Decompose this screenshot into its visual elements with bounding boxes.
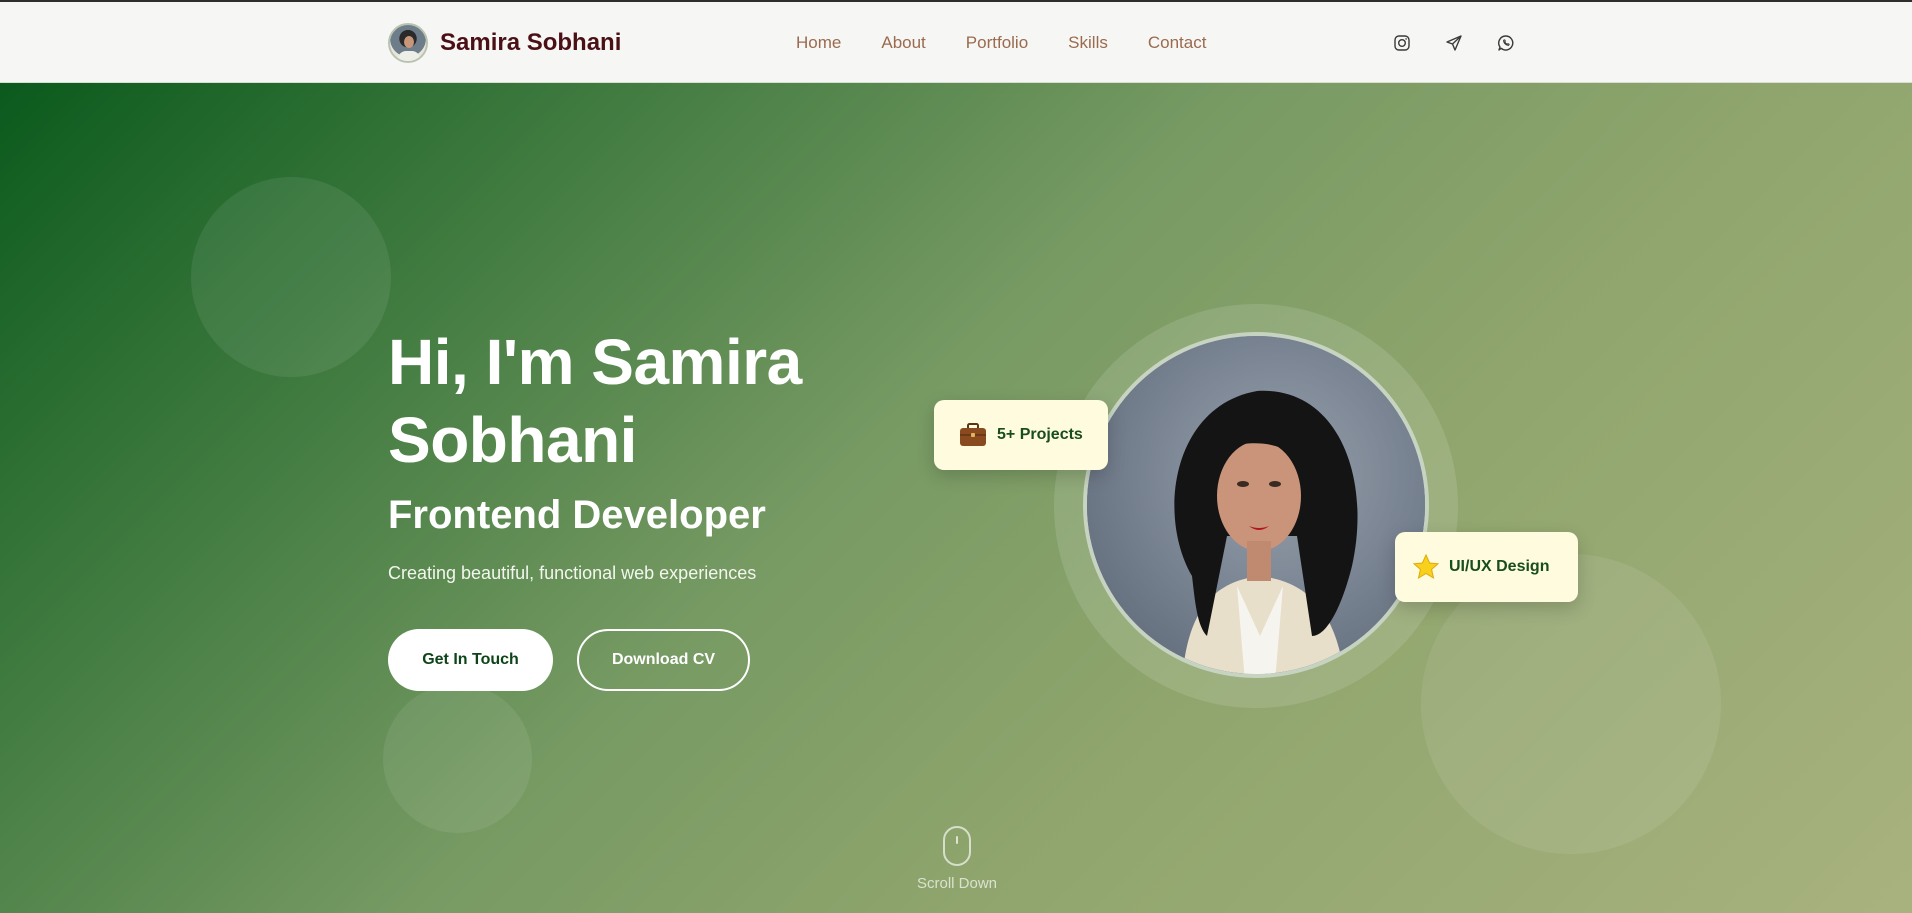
hero-subtitle: Creating beautiful, functional web exper…: [388, 563, 757, 583]
mouse-wheel-icon: [956, 836, 958, 844]
nav-item-about[interactable]: About: [881, 33, 925, 53]
get-in-touch-button[interactable]: Get In Touch: [388, 629, 553, 691]
avatar-icon: [388, 23, 428, 63]
uiux-badge-label: UI/UX Design: [1449, 558, 1550, 575]
star-icon: [1413, 554, 1439, 580]
instagram-icon[interactable]: [1392, 33, 1412, 53]
hero-section: Hi, I'm Samira Sobhani Frontend Develope…: [0, 83, 1912, 913]
projects-badge: 5+ Projects: [934, 400, 1108, 470]
nav-menu: Home About Portfolio Skills Contact: [796, 33, 1246, 53]
nav-item-skills[interactable]: Skills: [1068, 33, 1108, 53]
social-links: [1392, 33, 1548, 53]
telegram-icon[interactable]: [1444, 33, 1464, 53]
uiux-badge: UI/UX Design: [1395, 532, 1578, 602]
hero-title: Hi, I'm Samira Sobhani: [388, 326, 802, 476]
download-cv-button[interactable]: Download CV: [577, 629, 750, 691]
whatsapp-icon[interactable]: [1496, 33, 1516, 53]
scroll-down-indicator[interactable]: [943, 826, 971, 866]
decor-bubble-left: [191, 177, 391, 377]
profile-photo: [1083, 332, 1429, 678]
brand[interactable]: Samira Sobhani: [388, 22, 621, 64]
hero-role: Frontend Developer: [388, 493, 766, 537]
navbar: Samira Sobhani Home About Portfolio Skil…: [0, 2, 1912, 83]
projects-badge-label: 5+ Projects: [997, 426, 1083, 443]
nav-item-contact[interactable]: Contact: [1148, 33, 1207, 53]
scroll-down-label: Scroll Down: [916, 875, 998, 892]
nav-item-home[interactable]: Home: [796, 33, 841, 53]
nav-item-portfolio[interactable]: Portfolio: [966, 33, 1028, 53]
brand-name[interactable]: Samira Sobhani: [440, 29, 621, 57]
briefcase-icon: [959, 423, 987, 447]
decor-bubble-bottom: [383, 684, 532, 833]
